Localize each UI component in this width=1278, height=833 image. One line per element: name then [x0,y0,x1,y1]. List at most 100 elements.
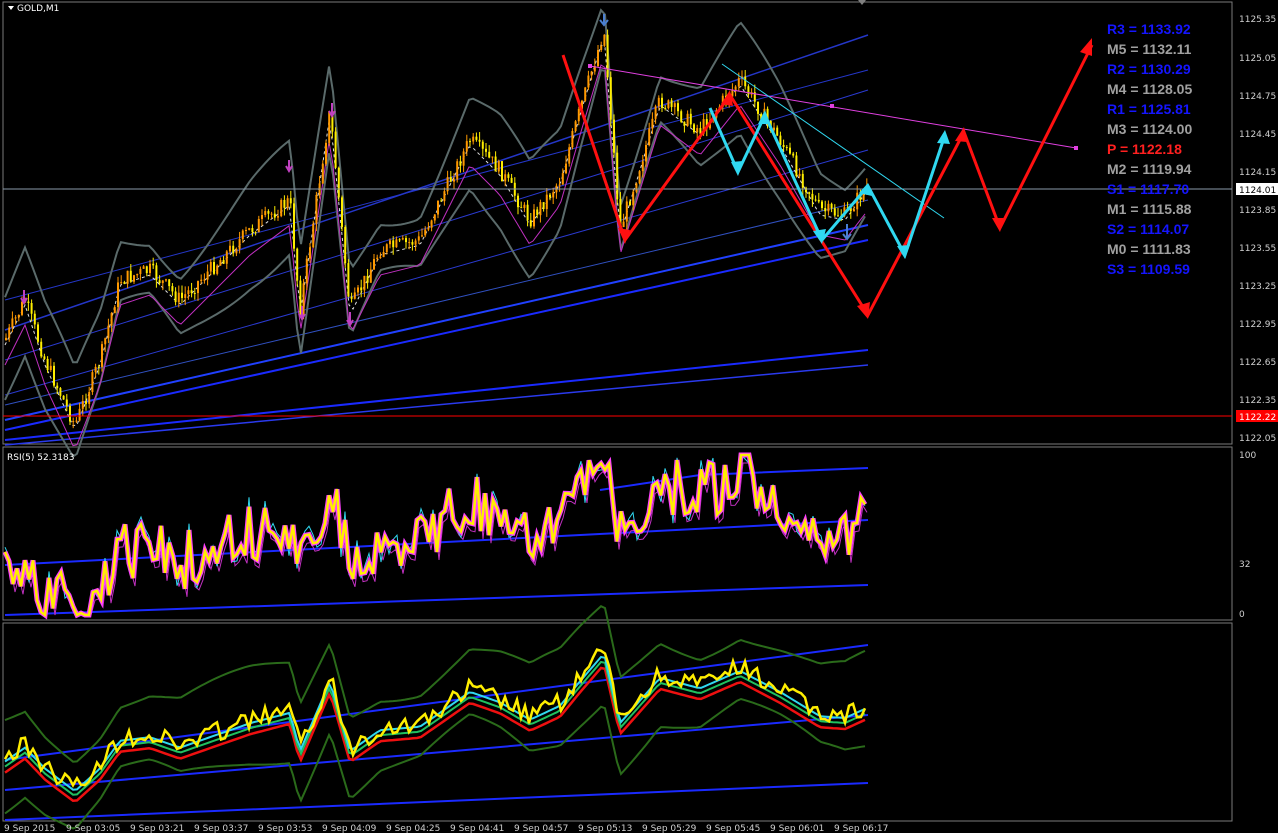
candle-body [267,211,270,214]
candle-body [853,209,855,212]
candle-body [337,167,340,198]
time-tick: 9 Sep 06:17 [834,824,888,833]
candle-body [379,257,382,259]
rsi-level-32: 32 [1239,560,1250,570]
candle-body [120,282,123,284]
candle-body [561,173,564,185]
candle-body [469,141,471,143]
candle-body [657,97,660,107]
candle-body [350,296,353,299]
candle-body [315,194,318,224]
candle-body [133,275,135,282]
candle-body [142,266,145,269]
dropdown-arrow-icon[interactable] [8,6,14,10]
candle-body [158,280,161,284]
candle-body [395,239,398,248]
candle-body [341,197,343,227]
candle-body [600,45,603,51]
lower-ma-red [4,666,866,802]
candle-body [104,338,107,345]
candle-body [289,198,292,204]
candle-body [401,238,404,240]
candle-body [817,199,820,202]
candle-body [565,163,567,174]
candle-body [801,173,804,188]
candle-body [533,209,535,227]
price-tick: 1122.05 [1239,434,1276,444]
trend-anchor[interactable] [588,64,592,68]
candle-body [782,144,785,147]
candle-body [174,291,177,303]
candle-body [667,100,670,109]
candle-body [235,248,238,254]
candle-body [117,282,119,308]
time-tick: 9 Sep 05:29 [642,824,697,833]
candle-body [21,301,23,315]
candle-body [78,408,81,421]
candle-body [811,193,814,200]
candle-body [606,34,609,78]
time-axis[interactable]: 9 Sep 2015 9 Sep 03:05 9 Sep 03:21 9 Sep… [4,824,888,833]
pivot-r3: R3 = 1133.92 [1107,21,1191,37]
time-tick: 9 Sep 06:01 [770,824,824,833]
candle-body [590,71,593,76]
candle-body [424,229,427,236]
candle-body [241,230,244,240]
candle-body [136,274,139,276]
candle-body [165,279,167,281]
candle-body [808,192,811,194]
candle-body [478,139,481,142]
chart-window[interactable]: GOLD,M1 R3 = 1133.92 M5 = 1132.11 R2 = 1… [0,0,1278,833]
pivot-m5: M5 = 1132.11 [1107,41,1192,57]
candle-body [414,240,417,245]
time-tick: 9 Sep 04:09 [322,824,377,833]
candle-body [88,392,91,404]
price-axis[interactable]: 1125.35 1125.05 1124.75 1124.45 1124.15 … [1239,15,1276,444]
candle-body [270,213,273,215]
candle-body [805,187,807,193]
candle-body [510,177,513,183]
candle-body [798,173,801,177]
candle-body [123,282,126,284]
candle-body [616,152,619,200]
candle-body [520,207,523,209]
trend-line-cyan[interactable] [721,63,945,219]
candle-body [264,211,267,216]
candle-body [504,174,507,182]
candle-body [673,103,676,108]
candle-body [408,242,411,244]
candle-body [344,226,347,264]
channel-line [4,239,869,431]
candle-body [696,128,699,133]
channel-line [4,199,869,406]
pivot-m1: M1 = 1115.88 [1107,201,1192,217]
pivot-m4: M4 = 1128.05 [1107,81,1192,97]
candle-body [536,209,539,216]
candle-body [558,184,561,186]
candle-body [648,128,651,146]
candle-body [75,420,78,422]
candle-body [443,191,446,202]
candle-body [373,258,375,270]
candle-body [155,265,158,281]
candle-body [325,142,327,164]
candle-body [382,252,385,258]
candle-body [81,401,84,409]
candle-body [613,119,615,153]
candle-body [152,263,155,266]
candle-body [481,141,484,149]
trend-anchor[interactable] [1074,146,1078,150]
candle-body [488,151,491,158]
candle-body [517,195,519,208]
candle-body [129,270,132,282]
candle-body [814,199,817,201]
pivot-r2: R2 = 1130.29 [1107,61,1191,77]
candle-body [328,111,331,143]
candle-body [523,204,526,208]
candle-body [603,34,606,46]
candle-body [744,76,747,87]
rsi-indicator-layer [2,452,869,620]
pivot-p: P = 1122.18 [1107,141,1182,157]
candle-body [398,239,401,241]
trend-anchor[interactable] [830,104,834,108]
